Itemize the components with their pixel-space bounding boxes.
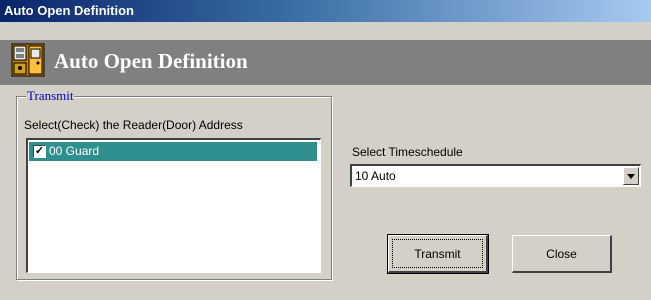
close-button-label: Close — [546, 247, 577, 261]
title-bar[interactable]: Auto Open Definition — [0, 0, 651, 22]
timeschedule-label: Select Timeschedule — [352, 145, 463, 159]
list-item-label: 00 Guard — [49, 144, 100, 158]
dialog-window: Auto Open Definition Auto Open Definitio… — [0, 0, 651, 300]
reader-address-label: Select(Check) the Reader(Door) Address — [24, 118, 243, 132]
header-title: Auto Open Definition — [54, 49, 248, 73]
reader-address-list[interactable]: ✓ 00 Guard — [26, 138, 321, 273]
close-button[interactable]: Close — [512, 235, 612, 273]
door-panel-icon — [11, 43, 45, 77]
transmit-button[interactable]: Transmit — [387, 234, 489, 274]
window-title: Auto Open Definition — [4, 3, 134, 18]
timeschedule-select[interactable]: 10 Auto — [350, 164, 641, 187]
timeschedule-value: 10 Auto — [355, 169, 396, 183]
transmit-button-label: Transmit — [414, 247, 461, 261]
header-banner: Auto Open Definition — [0, 40, 651, 85]
list-item[interactable]: ✓ 00 Guard — [29, 142, 317, 161]
item-checkbox[interactable]: ✓ — [33, 145, 46, 158]
chevron-down-icon[interactable] — [623, 167, 639, 185]
transmit-legend: Transmit — [26, 88, 75, 104]
